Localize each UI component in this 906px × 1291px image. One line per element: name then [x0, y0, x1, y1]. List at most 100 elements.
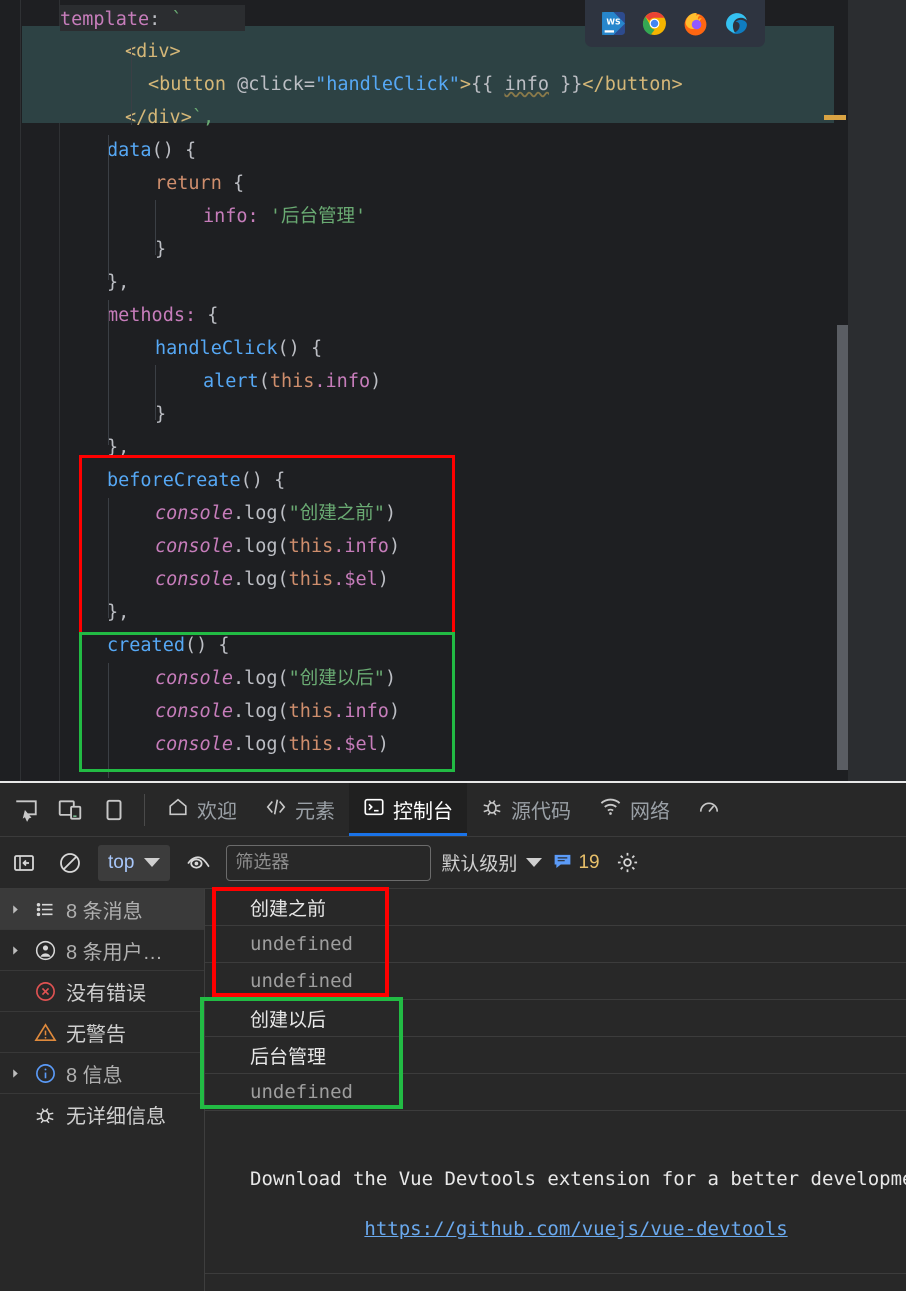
show-console-sidebar-icon[interactable]	[6, 845, 42, 881]
code-line: </div>`,	[0, 102, 214, 134]
token-str-before-create: "创建之前"	[288, 503, 385, 524]
console-log-row[interactable]: 创建以后	[205, 1000, 906, 1037]
vue-devtools-message[interactable]: Download the Vue Devtools extension for …	[205, 1111, 906, 1274]
home-icon	[167, 796, 189, 824]
log-text: 创建以后	[250, 1008, 327, 1031]
token-lparen: (	[277, 503, 289, 524]
token-rparen: )	[388, 536, 401, 557]
tab-sources[interactable]: 源代码	[467, 783, 585, 836]
javascript-context-selector[interactable]: top	[98, 844, 171, 881]
code-editor-pane[interactable]: template: ` <div> <button @click="handle…	[0, 0, 906, 781]
tab-performance[interactable]	[684, 783, 720, 836]
vue-devtools-link[interactable]: https://github.com/vuejs/vue-devtools	[364, 1218, 787, 1240]
tab-welcome[interactable]: 欢迎	[153, 783, 251, 836]
token-paren-brace: () {	[277, 338, 323, 359]
code-line: console.log(this.$el)	[0, 729, 389, 761]
editor-warning-marker[interactable]	[824, 115, 846, 120]
token-dot-info: .info	[314, 371, 371, 392]
token-info-key: info:	[203, 206, 259, 227]
tab-elements[interactable]: 元素	[251, 783, 349, 836]
token-dot-el: .$el	[333, 734, 378, 755]
console-log-row[interactable]: undefined	[205, 926, 906, 963]
floating-taskbar[interactable]: WS	[585, 0, 765, 47]
token-lparen: (	[277, 734, 289, 755]
code-line: template: `	[60, 9, 183, 30]
token-this-kw: this	[269, 371, 315, 392]
sidebar-item-info[interactable]: 8 信息	[0, 1053, 204, 1094]
console-icon	[363, 796, 385, 824]
tab-console-label: 控制台	[393, 801, 453, 823]
console-log-list[interactable]: 创建之前 undefined undefined 创建以后 后台管理 undef…	[205, 889, 906, 1291]
token-handle-click-fn: handleClick	[155, 338, 278, 359]
token-methods-key: methods:	[107, 305, 197, 326]
editor-right-strip	[848, 0, 906, 781]
console-log-level-selector[interactable]: 默认级别	[441, 849, 543, 876]
token-dot-el: .$el	[333, 569, 378, 590]
token-paren-brace: () {	[184, 635, 230, 656]
code-line: console.log(this.$el)	[0, 564, 389, 596]
token-rparen: )	[384, 668, 397, 689]
device-toolbar-icon[interactable]	[48, 788, 92, 832]
code-line: console.log(this.info)	[0, 696, 400, 728]
clear-console-icon[interactable]	[52, 845, 88, 881]
log-text: 后台管理	[250, 1045, 327, 1068]
edge-icon[interactable]	[724, 11, 749, 36]
console-filter-toolbar[interactable]: top 默认级别 19	[0, 837, 906, 889]
token-console-obj: console	[155, 734, 233, 755]
token-console-obj: console	[155, 536, 233, 557]
tab-network[interactable]: 网络	[585, 783, 684, 836]
gear-icon[interactable]	[610, 845, 646, 881]
issues-message-badge[interactable]: 19	[552, 850, 600, 876]
token-dot-log: .log	[232, 701, 278, 722]
indent-guide	[131, 45, 132, 125]
token-info-value: '后台管理'	[269, 206, 367, 227]
code-line: },	[0, 267, 129, 299]
code-line: data() {	[0, 135, 196, 167]
devtools-panel[interactable]: 欢迎 元素 控制台 源代码 网络 top 筛选器 默认级别 19 8 条消息 8…	[0, 781, 906, 1291]
console-log-row[interactable]: 后台管理	[205, 1037, 906, 1074]
token-console-obj: console	[155, 701, 233, 722]
token-brace-comma: },	[107, 272, 130, 293]
token-mustache-close: }}	[560, 74, 583, 95]
token-template-key: template	[60, 9, 150, 30]
sidebar-item-user-messages[interactable]: 8 条用户…	[0, 930, 204, 971]
token-backtick-comma: `,	[191, 107, 215, 128]
console-log-row[interactable]: 创建之前	[205, 889, 906, 926]
sidebar-item-messages[interactable]: 8 条消息	[0, 889, 204, 930]
tab-elements-label: 元素	[295, 801, 335, 823]
vue-dev-mode-message[interactable]: You are running Vue in development mode.…	[205, 1274, 906, 1291]
performance-icon	[698, 796, 720, 824]
console-filter-input[interactable]	[226, 844, 432, 881]
sidebar-item-warnings[interactable]: 无警告	[0, 1012, 204, 1053]
sidebar-item-errors[interactable]: 没有错误	[0, 971, 204, 1012]
editor-code[interactable]: template: ` <div> <button @click="handle…	[0, 0, 906, 781]
token-brace-comma: },	[107, 437, 130, 458]
token-this-kw: this	[288, 701, 334, 722]
live-expression-icon[interactable]	[180, 845, 216, 881]
sidebar-item-verbose[interactable]: 无详细信息	[0, 1094, 204, 1135]
token-handle-click-string: "handleClick"	[315, 74, 460, 95]
webstorm-icon[interactable]: WS	[601, 11, 626, 36]
expand-arrow-icon[interactable]	[6, 1068, 24, 1079]
message-bubble-icon	[552, 850, 573, 876]
code-line: console.log(this.info)	[0, 531, 400, 563]
inspect-element-icon[interactable]	[4, 788, 48, 832]
firefox-icon[interactable]	[683, 11, 708, 36]
devtools-tabbar[interactable]: 欢迎 元素 控制台 源代码 网络	[0, 783, 906, 837]
editor-scrollbar-thumb[interactable]	[837, 325, 848, 770]
console-body[interactable]: 8 条消息 8 条用户… 没有错误 无警告 8 信息 无详细信息 创建之前 un…	[0, 889, 906, 1291]
indent-guide	[108, 135, 109, 280]
code-brackets-icon	[265, 796, 287, 824]
console-sidebar[interactable]: 8 条消息 8 条用户… 没有错误 无警告 8 信息 无详细信息	[0, 889, 205, 1291]
tab-console[interactable]: 控制台	[349, 783, 467, 836]
code-line: <button @click="handleClick">{{ info }}<…	[0, 69, 683, 101]
chevron-down-icon	[144, 858, 161, 867]
expand-arrow-icon[interactable]	[6, 945, 24, 956]
token-brace-close: }	[155, 239, 167, 260]
expand-arrow-icon[interactable]	[6, 904, 24, 915]
console-log-row[interactable]: undefined	[205, 963, 906, 1000]
console-log-row[interactable]: undefined	[205, 1074, 906, 1111]
chrome-icon[interactable]	[642, 11, 667, 36]
code-line: }	[0, 234, 166, 266]
panel-layout-icon[interactable]	[92, 788, 136, 832]
